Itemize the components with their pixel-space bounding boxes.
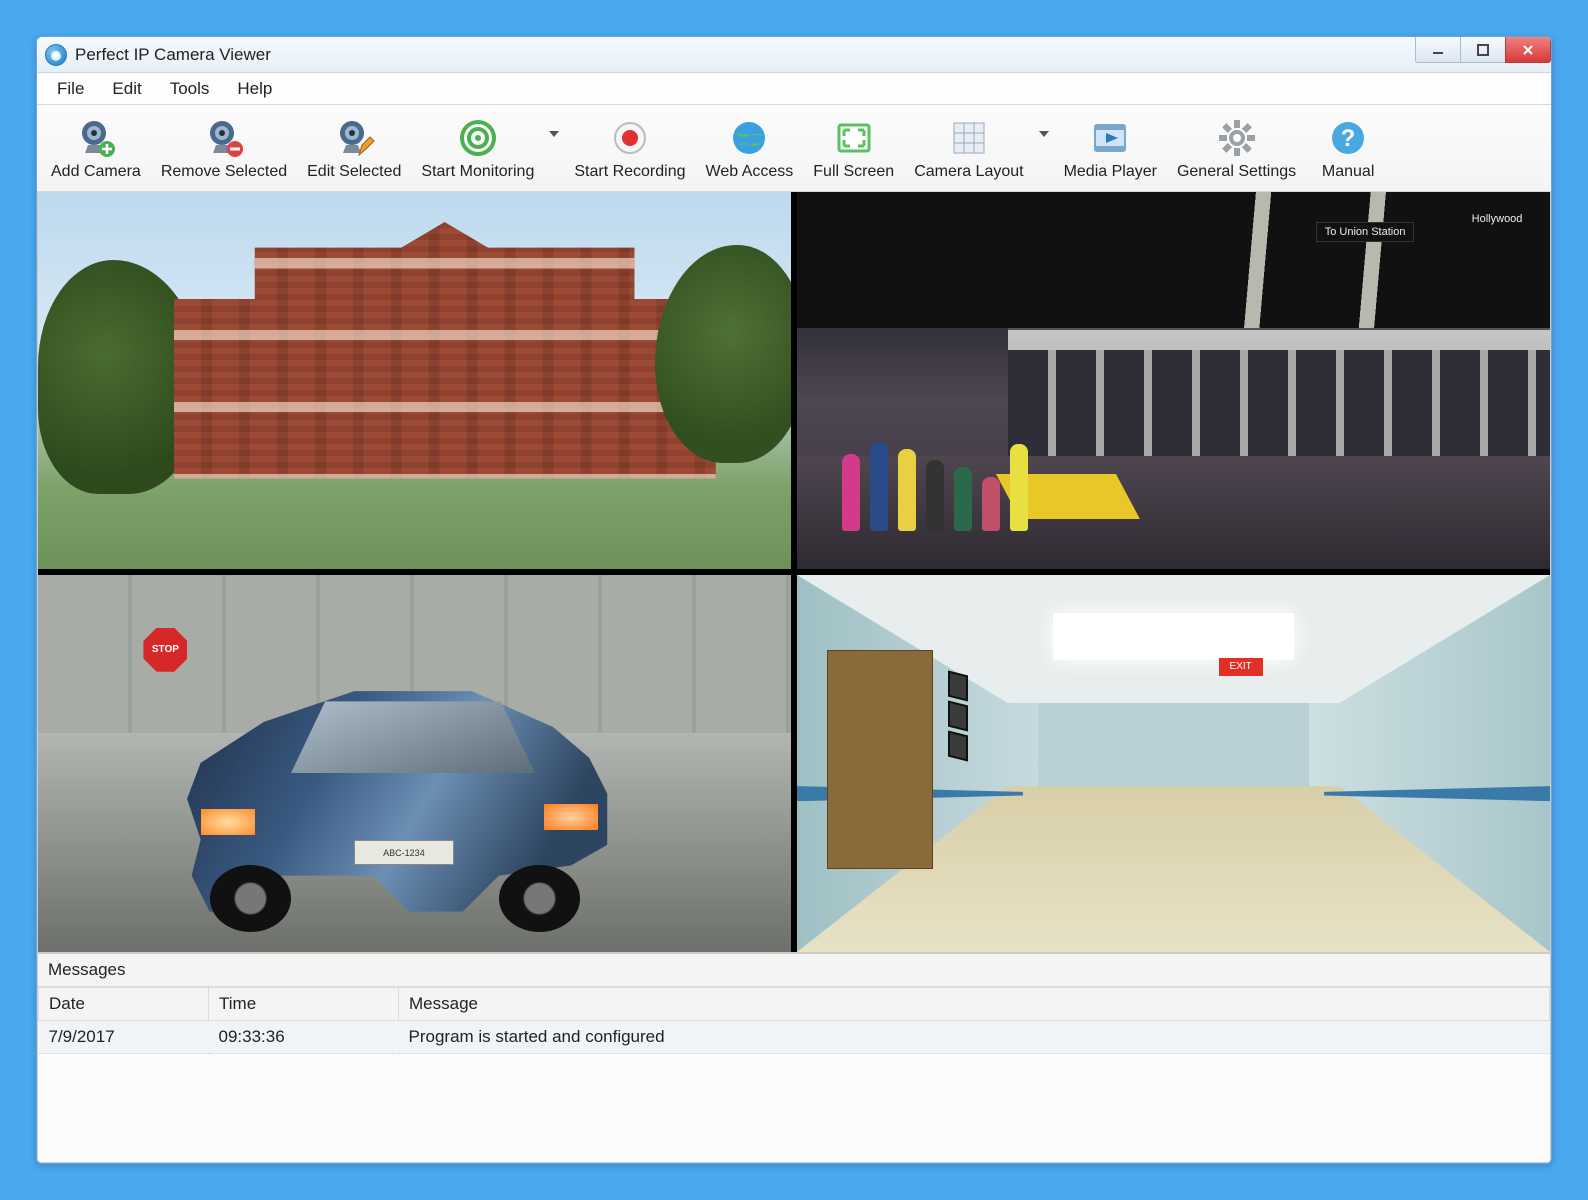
start-recording-button[interactable]: Start Recording <box>566 113 693 185</box>
menu-help[interactable]: Help <box>223 75 286 103</box>
maximize-button[interactable] <box>1460 37 1506 63</box>
target-icon <box>457 117 499 159</box>
svg-text:?: ? <box>1341 125 1356 152</box>
close-button[interactable] <box>1505 37 1551 63</box>
webcam-add-icon <box>75 117 117 159</box>
camera-layout-dropdown[interactable] <box>1036 113 1052 137</box>
menubar: File Edit Tools Help <box>37 73 1551 105</box>
toolbar-label: Edit Selected <box>307 163 401 181</box>
col-time[interactable]: Time <box>209 988 399 1021</box>
menu-file[interactable]: File <box>43 75 98 103</box>
table-row[interactable]: 7/9/2017 09:33:36 Program is started and… <box>39 1021 1550 1054</box>
toolbar-label: Full Screen <box>813 163 894 181</box>
cell-message: Program is started and configured <box>399 1021 1550 1054</box>
chevron-down-icon <box>1039 131 1049 137</box>
full-screen-button[interactable]: Full Screen <box>805 113 902 185</box>
fullscreen-icon <box>833 117 875 159</box>
maximize-icon <box>1476 43 1490 57</box>
camera-grid: To Union Station Hollywood STOP ABC-1234 <box>37 192 1551 953</box>
webcam-remove-icon <box>203 117 245 159</box>
chevron-down-icon <box>549 131 559 137</box>
messages-table: Date Time Message 7/9/2017 09:33:36 Prog… <box>38 987 1550 1054</box>
record-icon <box>609 117 651 159</box>
toolbar-label: Media Player <box>1064 163 1157 181</box>
grid-layout-icon <box>948 117 990 159</box>
cell-date: 7/9/2017 <box>39 1021 209 1054</box>
camera-feed-2[interactable]: To Union Station Hollywood <box>797 192 1550 569</box>
toolbar-label: Add Camera <box>51 163 141 181</box>
col-message[interactable]: Message <box>399 988 1550 1021</box>
gear-icon <box>1216 117 1258 159</box>
minimize-icon <box>1431 43 1445 57</box>
license-plate: ABC-1234 <box>354 840 453 866</box>
col-date[interactable]: Date <box>39 988 209 1021</box>
window-controls <box>1416 37 1551 72</box>
app-window: ◉ Perfect IP Camera Viewer File Edit Too… <box>36 36 1552 1164</box>
messages-panel: Messages Date Time Message 7/9/2017 09:3… <box>37 953 1551 1163</box>
app-icon: ◉ <box>45 44 67 66</box>
edit-selected-button[interactable]: Edit Selected <box>299 113 409 185</box>
camera-feed-3[interactable]: STOP ABC-1234 <box>38 575 791 952</box>
globe-icon <box>728 117 770 159</box>
web-access-button[interactable]: Web Access <box>698 113 802 185</box>
start-monitoring-dropdown[interactable] <box>546 113 562 137</box>
menu-tools[interactable]: Tools <box>156 75 224 103</box>
station-sign: To Union Station <box>1316 222 1415 242</box>
toolbar-label: Camera Layout <box>914 163 1023 181</box>
toolbar-label: Web Access <box>706 163 794 181</box>
media-player-icon <box>1089 117 1131 159</box>
webcam-edit-icon <box>333 117 375 159</box>
titlebar: ◉ Perfect IP Camera Viewer <box>37 37 1551 73</box>
camera-feed-4[interactable]: EXIT <box>797 575 1550 952</box>
window-title: Perfect IP Camera Viewer <box>75 45 271 65</box>
toolbar-label: Manual <box>1322 163 1374 181</box>
messages-title: Messages <box>38 954 1550 987</box>
media-player-button[interactable]: Media Player <box>1056 113 1165 185</box>
toolbar-label: Start Recording <box>574 163 685 181</box>
menu-edit[interactable]: Edit <box>98 75 155 103</box>
minimize-button[interactable] <box>1415 37 1461 63</box>
close-icon <box>1521 43 1535 57</box>
toolbar-label: Remove Selected <box>161 163 287 181</box>
cell-time: 09:33:36 <box>209 1021 399 1054</box>
toolbar-label: General Settings <box>1177 163 1296 181</box>
exit-sign: EXIT <box>1219 658 1263 676</box>
remove-selected-button[interactable]: Remove Selected <box>153 113 295 185</box>
station-sign-2: Hollywood <box>1467 211 1528 227</box>
manual-button[interactable]: ? Manual <box>1308 113 1388 185</box>
camera-feed-1[interactable] <box>38 192 791 569</box>
help-icon: ? <box>1327 117 1369 159</box>
toolbar: Add Camera Remove Selected Edit Sele <box>37 105 1551 192</box>
camera-layout-button[interactable]: Camera Layout <box>906 113 1031 185</box>
general-settings-button[interactable]: General Settings <box>1169 113 1304 185</box>
add-camera-button[interactable]: Add Camera <box>43 113 149 185</box>
toolbar-label: Start Monitoring <box>421 163 534 181</box>
start-monitoring-button[interactable]: Start Monitoring <box>413 113 542 185</box>
